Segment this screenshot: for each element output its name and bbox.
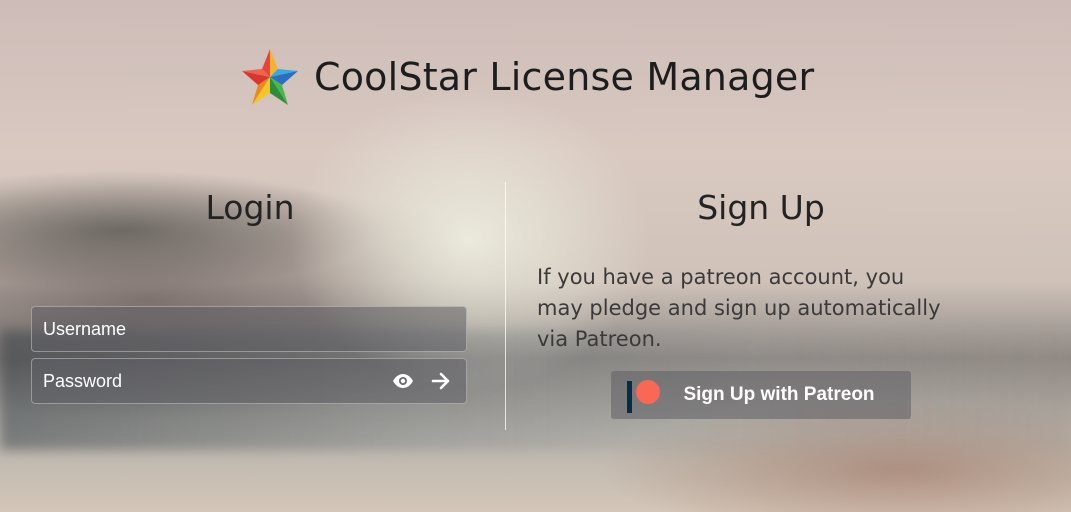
section-divider [505, 182, 506, 430]
patreon-button-label: Sign Up with Patreon [683, 384, 875, 405]
username-input[interactable] [32, 307, 466, 351]
star-logo-icon [242, 49, 298, 105]
patreon-signup-button[interactable]: Sign Up with Patreon [611, 371, 911, 419]
app-title: CoolStar License Manager [314, 55, 815, 99]
password-field[interactable] [31, 358, 467, 404]
app-header: CoolStar License Manager [240, 46, 814, 108]
login-title: Login [205, 188, 295, 227]
password-input[interactable] [32, 359, 390, 403]
signup-title: Sign Up [697, 188, 825, 227]
signup-description: If you have a patreon account, you may p… [537, 265, 941, 351]
username-field[interactable] [31, 306, 467, 352]
arrow-right-icon[interactable] [428, 368, 454, 394]
patreon-icon [625, 376, 665, 414]
eye-icon[interactable] [390, 368, 416, 394]
